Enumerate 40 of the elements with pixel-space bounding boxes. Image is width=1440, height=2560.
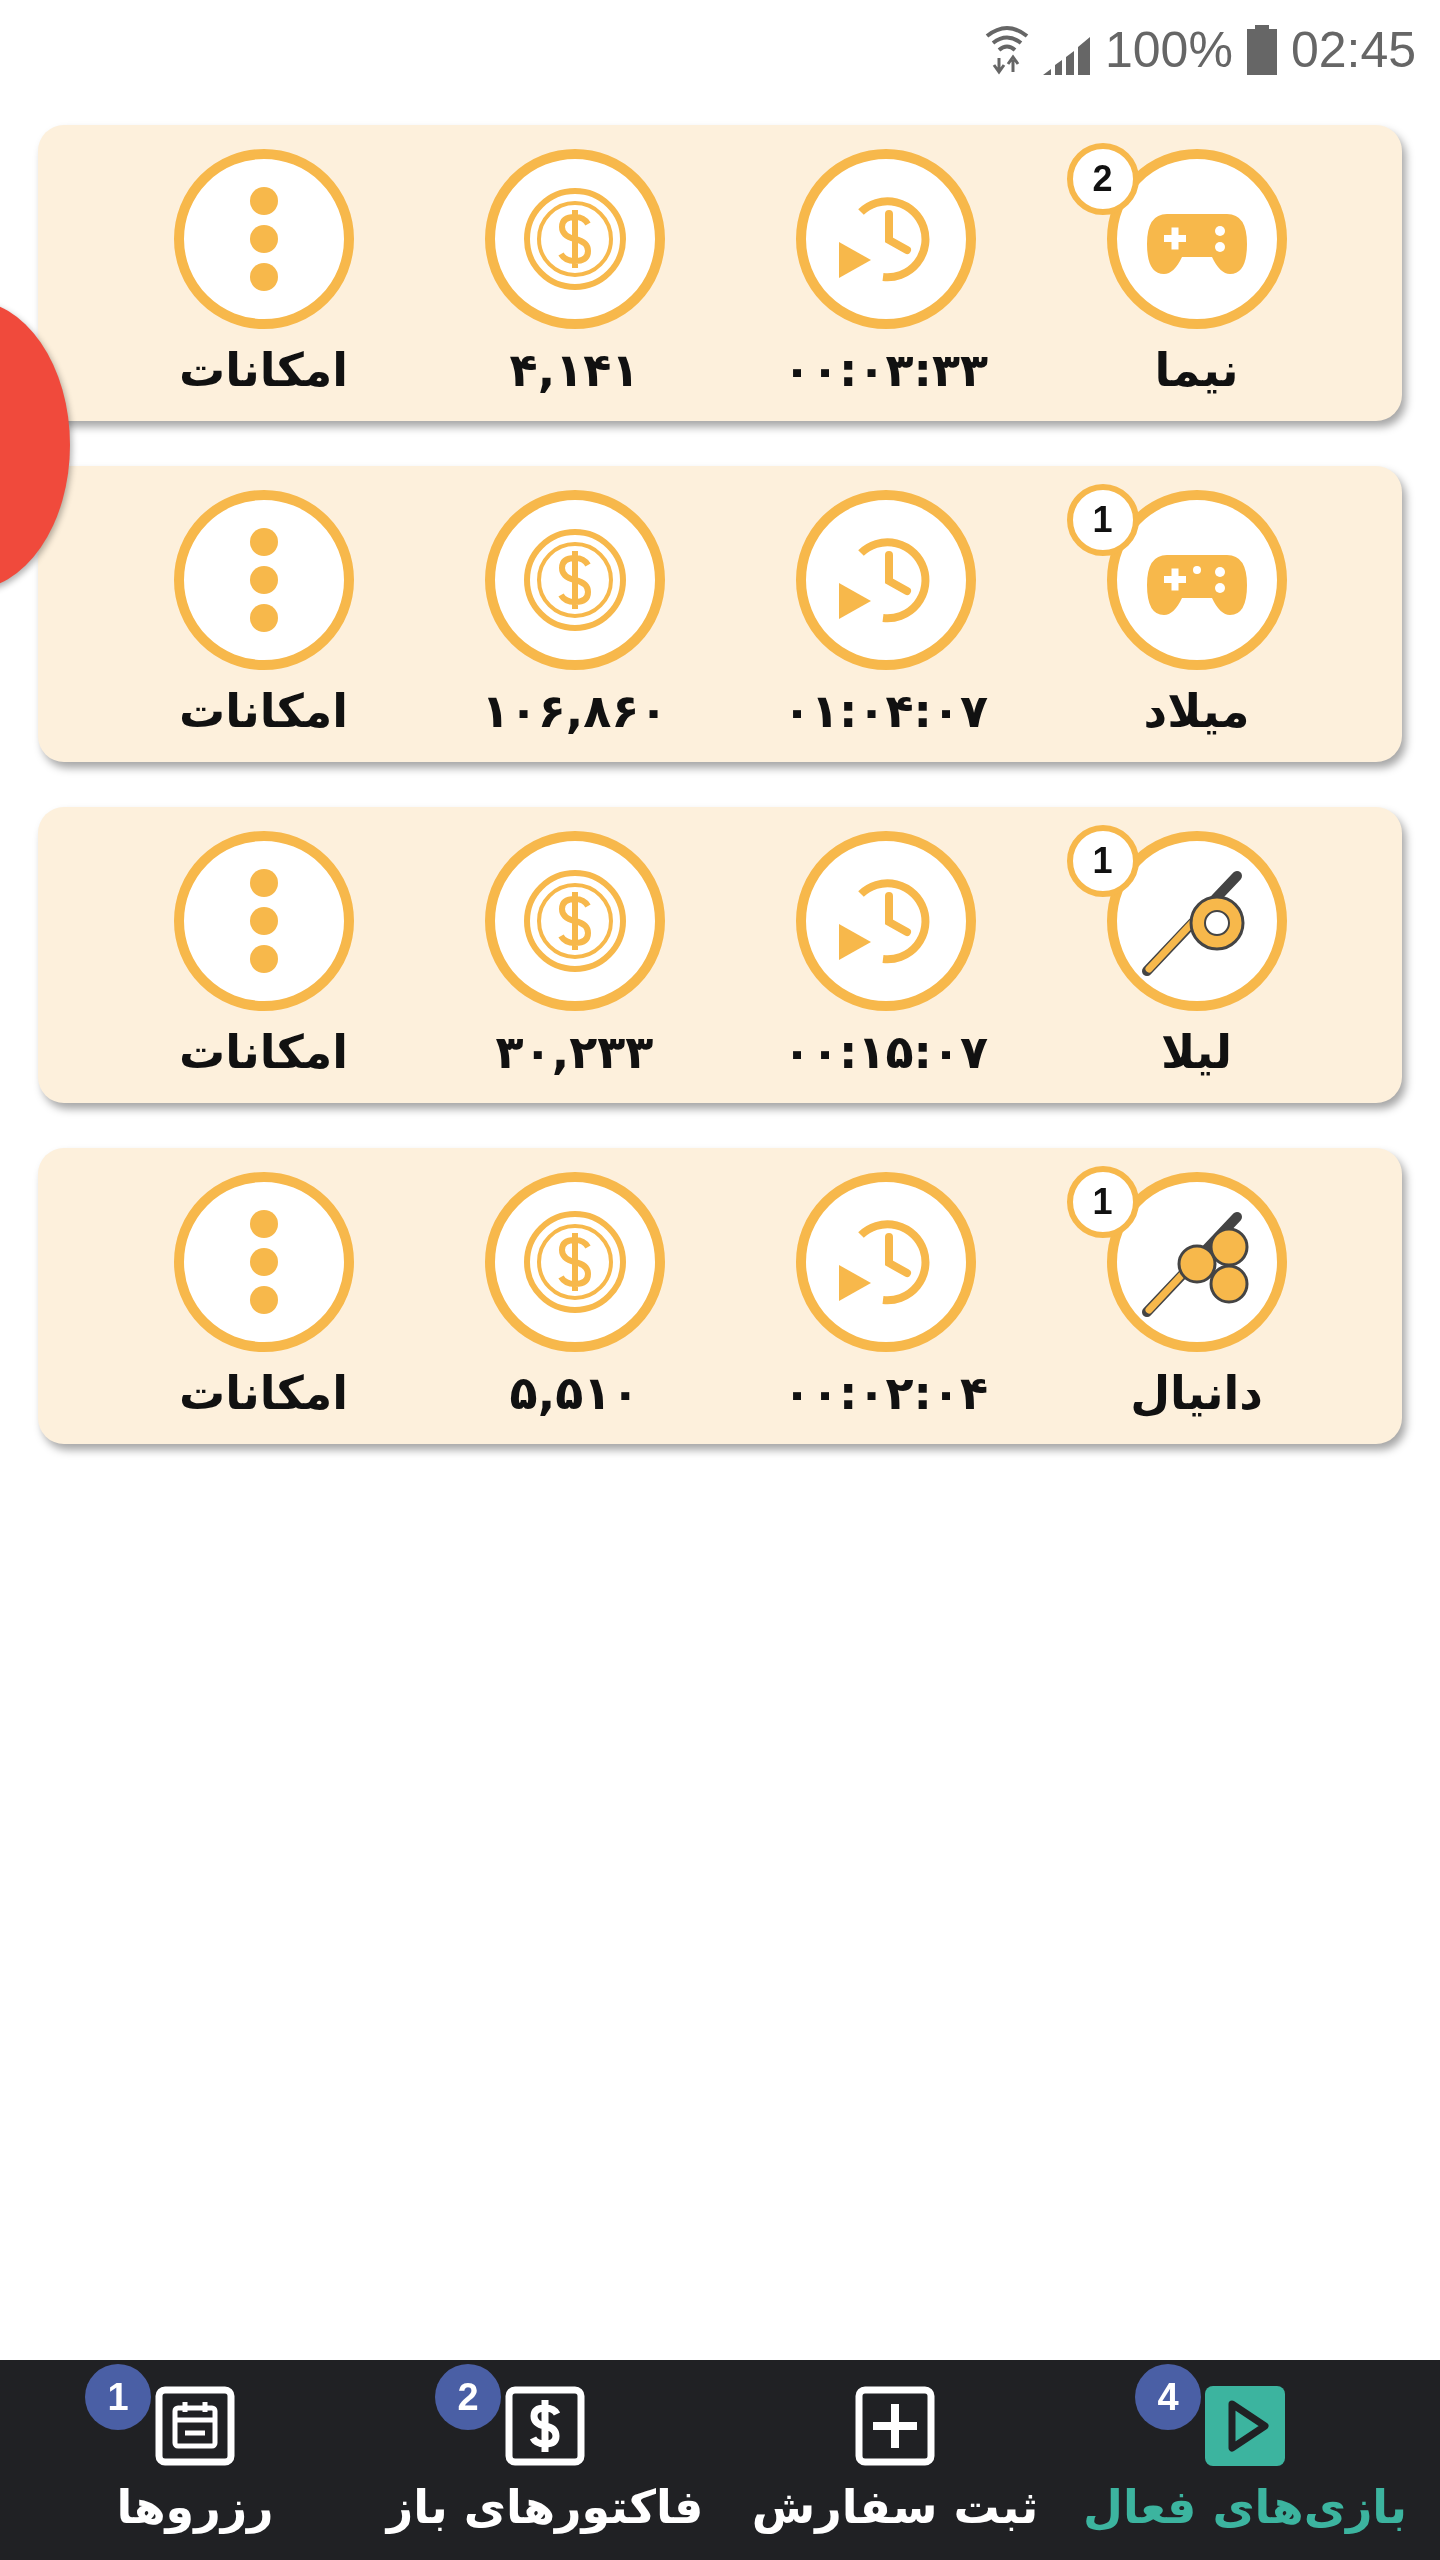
tab-label: فاکتورهای باز (386, 2480, 704, 2534)
count-badge: 1 (85, 2364, 151, 2430)
count-badge: 1 (1066, 825, 1139, 897)
battery-percentage: 100% (1105, 21, 1233, 79)
elapsed-time: ۰۱:۰۴:۰۷ (782, 684, 989, 738)
more-options-icon (248, 866, 279, 976)
count-badge: 4 (1135, 2364, 1201, 2430)
play-icon (1205, 2386, 1285, 2466)
elapsed-time: ۰۰:۰۳:۳۳ (782, 343, 989, 397)
more-options-icon (248, 1207, 279, 1317)
more-options-icon (248, 184, 279, 294)
elapsed-time: ۰۰:۱۵:۰۷ (782, 1025, 989, 1079)
amount: ۱۰۶,۸۶۰ (481, 684, 668, 738)
amount: ۳۰,۲۳۳ (495, 1025, 654, 1079)
count-badge: 2 (1066, 143, 1139, 215)
dollar-icon (505, 2386, 585, 2466)
more-options-icon (248, 525, 279, 635)
player-name: دانیال (1130, 1366, 1263, 1420)
options-label: امکانات (179, 684, 349, 738)
add-icon (855, 2386, 935, 2466)
clock-time: 02:45 (1290, 21, 1416, 79)
nav-tab[interactable]: ثبت سفارش (720, 2360, 1070, 2560)
options-label: امکانات (179, 343, 349, 397)
battery-icon (1246, 25, 1277, 75)
player-name: نیما (1154, 343, 1239, 397)
player-name: لیلا (1161, 1025, 1232, 1079)
count-badge: 2 (435, 2364, 501, 2430)
count-badge: 1 (1066, 484, 1139, 556)
elapsed-time: ۰۰:۰۲:۰۴ (782, 1366, 989, 1420)
amount: ۴,۱۴۱ (509, 343, 640, 397)
player-name: میلاد (1143, 684, 1250, 738)
calendar-icon (155, 2386, 235, 2466)
wifi-icon (985, 24, 1029, 76)
tab-label: ثبت سفارش (751, 2480, 1039, 2534)
tab-label: رزروها (116, 2480, 274, 2534)
options-label: امکانات (179, 1025, 349, 1079)
amount: ۵,۵۱۰ (509, 1366, 640, 1420)
options-label: امکانات (179, 1366, 349, 1420)
count-badge: 1 (1066, 1166, 1139, 1238)
tab-label: بازی‌های فعال (1083, 2480, 1407, 2534)
